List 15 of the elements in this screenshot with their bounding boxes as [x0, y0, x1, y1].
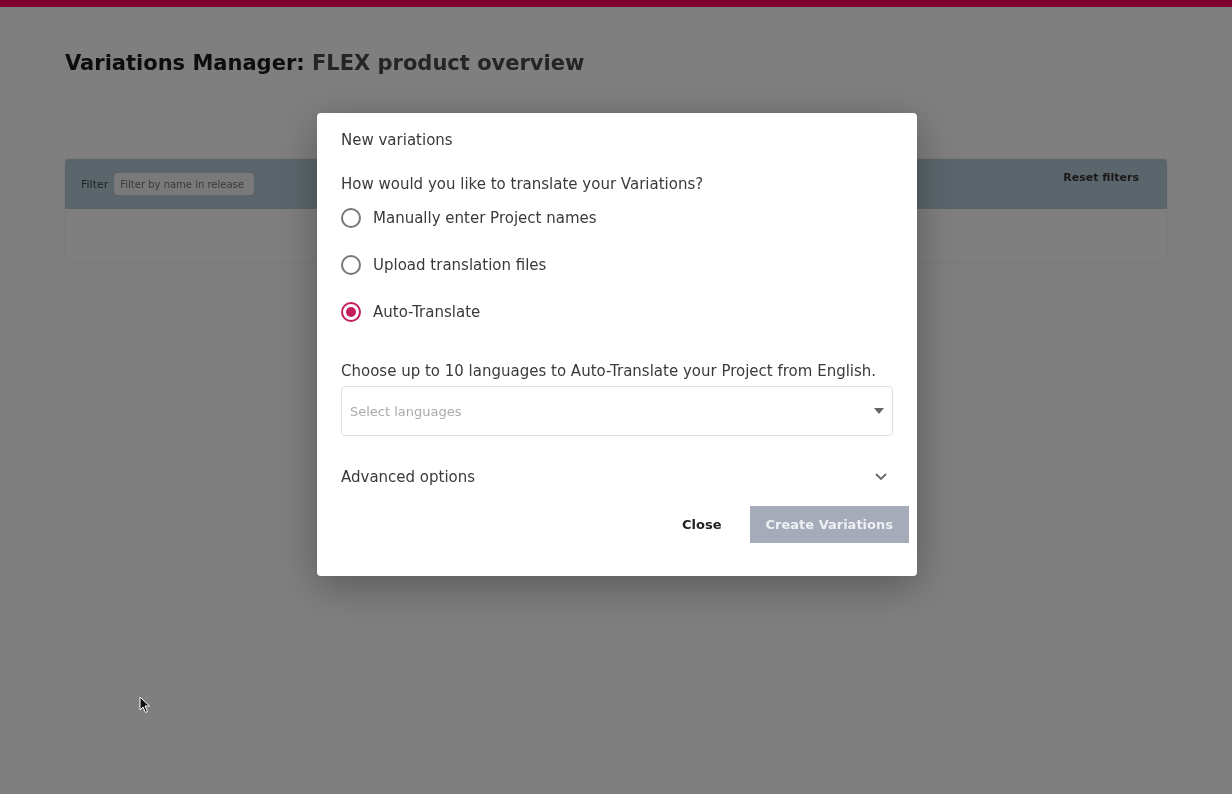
dropdown-caret-icon [874, 408, 884, 414]
question-text: How would you like to translate your Variations? [341, 175, 705, 193]
close-button[interactable]: Close [676, 516, 728, 533]
radio-option[interactable]: Manually enter Project names [341, 207, 893, 229]
page-subtitle: FLEX product overview [311, 51, 585, 75]
mouse-pointer-icon [139, 696, 151, 714]
chevron-icon [875, 473, 887, 481]
radio-option[interactable]: Auto-Translate [341, 301, 893, 323]
filter-input[interactable]: Filter by name in release [114, 173, 255, 195]
advanced-options-toggle[interactable]: Advanced options [341, 466, 893, 488]
radio-option[interactable]: Upload translation files [341, 254, 893, 276]
filter-label: Filter [81, 177, 109, 191]
dialog-title: New variations [341, 131, 454, 149]
page-title: Variations Manager: [65, 51, 305, 75]
languages-hint: Choose up to 10 languages to Auto-Translate your Project from English. [341, 362, 878, 380]
